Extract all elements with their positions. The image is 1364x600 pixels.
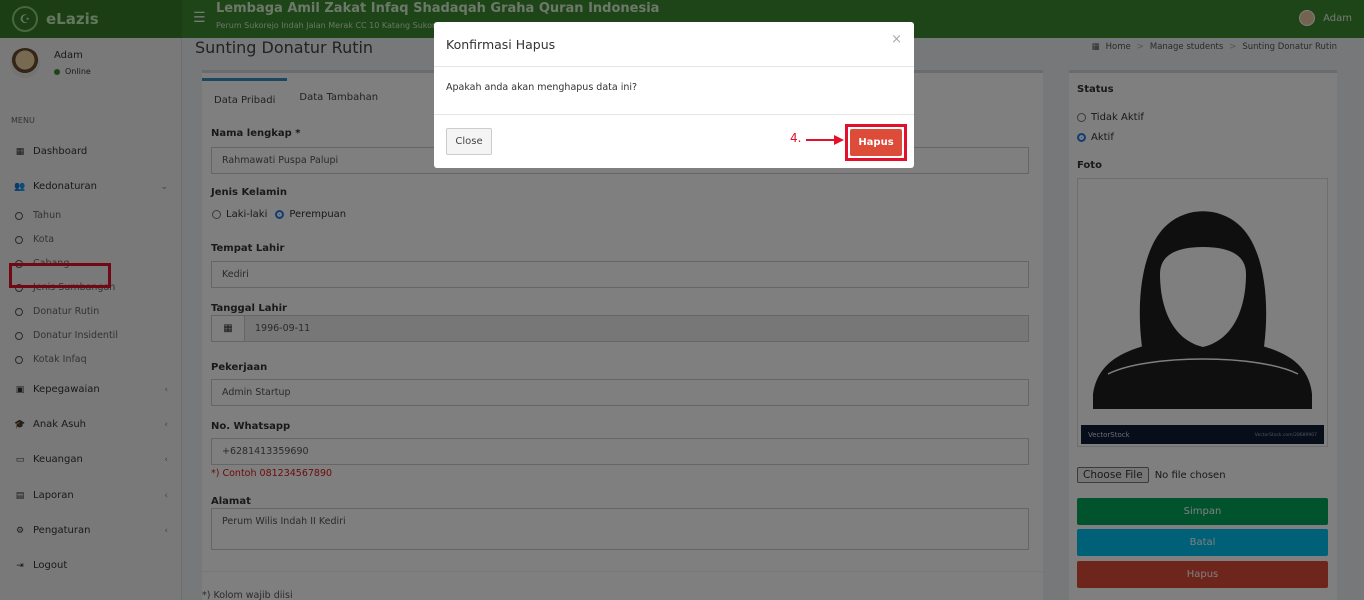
divider <box>434 114 914 115</box>
modal-hapus-button[interactable]: Hapus <box>850 129 902 156</box>
modal-body-text: Apakah anda akan menghapus data ini? <box>446 82 638 93</box>
modal-close-button[interactable]: Close <box>446 128 492 155</box>
close-icon[interactable]: × <box>891 32 902 47</box>
divider <box>434 66 914 67</box>
annotation-highlight-box: Hapus <box>845 124 907 161</box>
annotation-arrow-icon <box>806 135 844 145</box>
confirm-delete-modal: Konfirmasi Hapus × Apakah anda akan meng… <box>434 22 914 168</box>
annotation-step-number: 4. <box>790 131 802 145</box>
modal-title: Konfirmasi Hapus <box>446 37 556 52</box>
